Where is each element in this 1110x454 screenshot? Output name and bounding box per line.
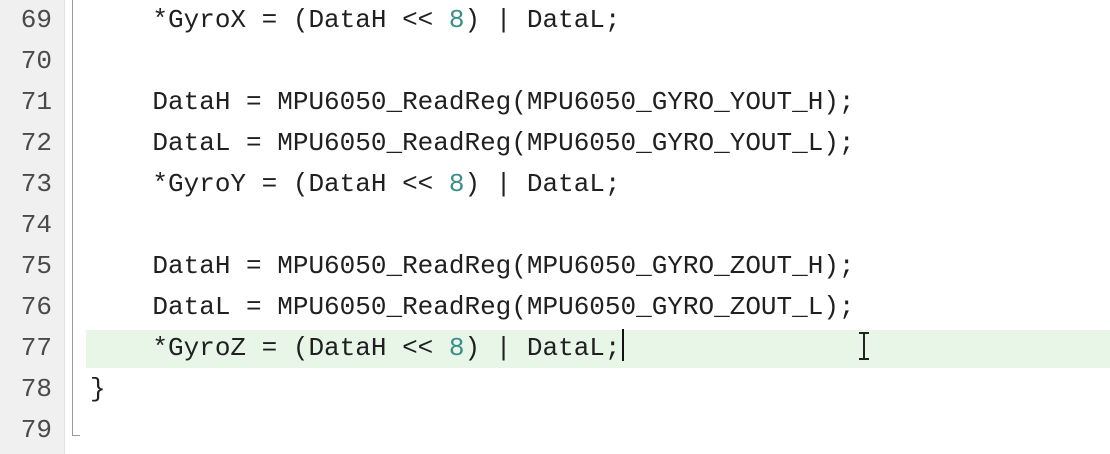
code-line[interactable]: 73 *GyroY = (DataH << 8) | DataL; <box>0 164 1110 205</box>
code-editor[interactable]: 69 *GyroX = (DataH << 8) | DataL; 70 71 Da… <box>0 0 1110 454</box>
code-line-current[interactable]: 77 *GyroZ = (DataH << 8) | DataL; <box>0 328 1110 369</box>
line-number: 73 <box>20 169 52 199</box>
code-text[interactable]: *GyroZ = (DataH << 8) | DataL; <box>90 328 624 369</box>
number-literal: 8 <box>448 169 465 199</box>
line-number: 71 <box>20 87 52 117</box>
line-number: 69 <box>20 5 52 35</box>
code-text[interactable]: DataL = MPU6050_ReadReg(MPU6050_GYRO_ZOU… <box>90 287 855 328</box>
line-number: 79 <box>20 415 52 445</box>
code-line[interactable]: 74 <box>0 205 1110 246</box>
code-line[interactable]: 69 *GyroX = (DataH << 8) | DataL; <box>0 0 1110 41</box>
code-segment: ) | DataL; <box>464 169 621 199</box>
code-segment: *GyroY = (DataH << <box>152 169 449 199</box>
code-line[interactable]: 79 <box>0 410 1110 451</box>
line-number: 72 <box>20 128 52 158</box>
code-segment: } <box>90 374 106 404</box>
number-literal: 8 <box>448 5 465 35</box>
text-cursor-ibeam-icon <box>857 332 871 360</box>
code-line[interactable]: 72 DataL = MPU6050_ReadReg(MPU6050_GYRO_… <box>0 123 1110 164</box>
code-text[interactable]: DataH = MPU6050_ReadReg(MPU6050_GYRO_ZOU… <box>90 246 855 287</box>
code-line[interactable]: 70 <box>0 41 1110 82</box>
code-segment: ) | DataL; <box>464 333 621 363</box>
text-caret <box>621 329 624 361</box>
code-line[interactable]: 75 DataH = MPU6050_ReadReg(MPU6050_GYRO_… <box>0 246 1110 287</box>
code-line[interactable]: 76 DataL = MPU6050_ReadReg(MPU6050_GYRO_… <box>0 287 1110 328</box>
code-segment: DataL = MPU6050_ReadReg(MPU6050_GYRO_ZOU… <box>152 292 855 322</box>
line-number: 75 <box>20 251 52 281</box>
code-segment: *GyroZ = (DataH << <box>152 333 449 363</box>
code-segment: DataH = MPU6050_ReadReg(MPU6050_GYRO_YOU… <box>152 87 855 117</box>
line-number: 78 <box>20 374 52 404</box>
code-text[interactable]: } <box>90 369 106 410</box>
code-text[interactable]: DataL = MPU6050_ReadReg(MPU6050_GYRO_YOU… <box>90 123 855 164</box>
code-segment: ) | DataL; <box>464 5 621 35</box>
code-line[interactable]: 78} <box>0 369 1110 410</box>
code-segment: DataH = MPU6050_ReadReg(MPU6050_GYRO_ZOU… <box>152 251 855 281</box>
code-segment: DataL = MPU6050_ReadReg(MPU6050_GYRO_YOU… <box>152 128 855 158</box>
line-number: 77 <box>20 333 52 363</box>
code-text[interactable]: DataH = MPU6050_ReadReg(MPU6050_GYRO_YOU… <box>90 82 855 123</box>
code-line[interactable]: 71 DataH = MPU6050_ReadReg(MPU6050_GYRO_… <box>0 82 1110 123</box>
line-number: 74 <box>20 210 52 240</box>
number-literal: 8 <box>448 333 465 363</box>
line-number: 70 <box>20 46 52 76</box>
code-segment: *GyroX = (DataH << <box>152 5 449 35</box>
code-text[interactable]: *GyroY = (DataH << 8) | DataL; <box>90 164 621 205</box>
code-text[interactable]: *GyroX = (DataH << 8) | DataL; <box>90 0 621 41</box>
line-number: 76 <box>20 292 52 322</box>
